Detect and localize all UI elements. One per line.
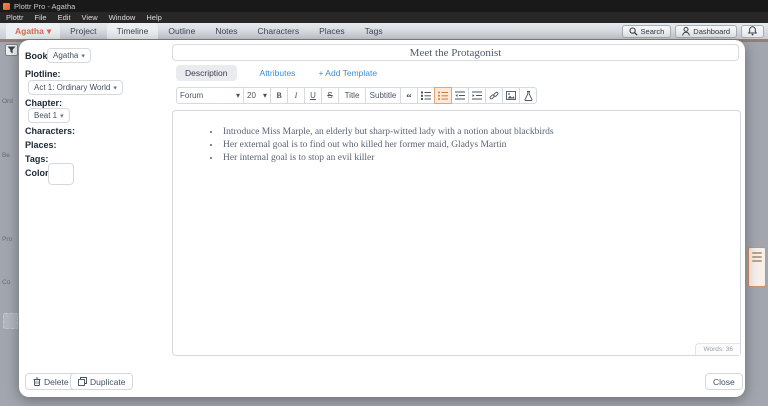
tab-notes[interactable]: Notes — [205, 23, 247, 39]
duplicate-button[interactable]: Duplicate — [70, 373, 133, 390]
tab-description[interactable]: Description — [176, 65, 237, 81]
flask-icon — [524, 91, 533, 101]
link-icon — [489, 91, 499, 101]
link-button[interactable] — [485, 87, 503, 104]
plottr-app-icon — [3, 3, 10, 10]
trash-icon — [33, 377, 41, 386]
strikethrough-button[interactable]: S — [321, 87, 339, 104]
chapter-label: Chapter: — [25, 98, 62, 108]
tags-label: Tags: — [25, 154, 48, 164]
menu-edit[interactable]: Edit — [58, 13, 71, 22]
title-bar: Plottr Pro - Agatha — [0, 0, 768, 12]
places-label: Places: — [25, 140, 57, 150]
bullet-item: Her internal goal is to stop an evil kil… — [221, 152, 740, 165]
book-select[interactable]: Agatha ▾ — [47, 48, 91, 63]
scene-card-dialog: Book: Agatha ▾ Plotline: Act 1: Ordinary… — [19, 40, 745, 397]
delete-button[interactable]: Delete — [25, 373, 77, 390]
chevron-down-icon: ▾ — [47, 26, 51, 37]
rich-text-toolbar: Forum ▾ 20 ▾ B I U S Title Subtitle “ — [176, 87, 537, 104]
menu-bar: Plottr File Edit View Window Help — [0, 12, 768, 23]
italic-button[interactable]: I — [287, 87, 305, 104]
app-window: Plottr Pro - Agatha Plottr File Edit Vie… — [0, 0, 768, 406]
flask-button[interactable] — [519, 87, 537, 104]
tab-project[interactable]: Project — [60, 23, 106, 39]
background-add-card-slot — [3, 313, 18, 329]
backdrop-text-fragment: Pro — [2, 236, 19, 243]
bold-button[interactable]: B — [270, 87, 288, 104]
search-button[interactable]: Search — [622, 25, 672, 38]
bulleted-list-button[interactable] — [434, 87, 452, 104]
user-icon — [682, 27, 690, 36]
tab-timeline[interactable]: Timeline — [107, 23, 159, 39]
tab-bar-actions: Search Dashboard — [622, 23, 764, 39]
menu-file[interactable]: File — [35, 13, 47, 22]
image-icon — [506, 91, 516, 100]
blockquote-button[interactable]: “ — [400, 87, 418, 104]
chevron-down-icon: ▾ — [113, 84, 117, 92]
chevron-down-icon: ▾ — [81, 52, 85, 60]
menu-help[interactable]: Help — [146, 13, 161, 22]
indent-button[interactable] — [468, 87, 486, 104]
color-swatch-picker[interactable] — [48, 163, 74, 185]
characters-label: Characters: — [25, 126, 75, 136]
font-family-select[interactable]: Forum ▾ — [176, 87, 244, 104]
numbered-list-button[interactable] — [417, 87, 435, 104]
search-icon — [629, 27, 638, 36]
bullet-item: Introduce Miss Marple, an elderly but sh… — [221, 126, 740, 139]
notifications-button[interactable] — [741, 25, 764, 38]
title-style-button[interactable]: Title — [338, 87, 366, 104]
tab-characters[interactable]: Characters — [248, 23, 310, 39]
filter-button[interactable] — [5, 44, 18, 56]
menu-window[interactable]: Window — [109, 13, 136, 22]
bullet-list: Introduce Miss Marple, an elderly but sh… — [221, 126, 740, 165]
backdrop-text-fragment: Be — [2, 152, 19, 159]
plotline-select[interactable]: Act 1: Ordinary World ▾ — [28, 80, 123, 95]
tab-tags[interactable]: Tags — [355, 23, 393, 39]
dashboard-button[interactable]: Dashboard — [675, 25, 737, 38]
bulleted-list-icon — [438, 91, 448, 100]
tab-outline[interactable]: Outline — [158, 23, 205, 39]
tab-attributes[interactable]: Attributes — [251, 65, 305, 81]
backdrop-text-fragment: Ord — [2, 98, 19, 105]
chevron-down-icon: ▾ — [236, 91, 240, 100]
bullet-item: Her external goal is to find out who kil… — [221, 139, 740, 152]
menu-plottr[interactable]: Plottr — [6, 13, 24, 22]
indent-icon — [472, 91, 482, 100]
bell-icon — [748, 26, 757, 36]
plotline-label: Plotline: — [25, 69, 61, 79]
backdrop-text-fragment: Co — [2, 279, 19, 286]
chevron-down-icon: ▾ — [60, 112, 64, 120]
window-title: Plottr Pro - Agatha — [14, 2, 75, 11]
outdent-button[interactable] — [451, 87, 469, 104]
dialog-tabs: Description Attributes + Add Template — [176, 64, 377, 82]
background-scene-card — [748, 247, 766, 287]
menu-view[interactable]: View — [82, 13, 98, 22]
underline-button[interactable]: U — [304, 87, 322, 104]
chevron-down-icon: ▾ — [263, 91, 267, 100]
numbered-list-icon — [421, 91, 431, 100]
tab-bar: Agatha ▾ Project Timeline Outline Notes … — [0, 23, 768, 40]
font-size-select[interactable]: 20 ▾ — [243, 87, 271, 104]
word-count-badge: Words: 36 — [695, 343, 740, 355]
subtitle-style-button[interactable]: Subtitle — [365, 87, 401, 104]
duplicate-icon — [78, 377, 87, 386]
chapter-select[interactable]: Beat 1 ▾ — [28, 108, 70, 123]
close-button[interactable]: Close — [705, 373, 743, 390]
filter-funnel-icon — [7, 46, 16, 54]
description-editor[interactable]: Introduce Miss Marple, an elderly but sh… — [172, 110, 741, 356]
file-tab-agatha[interactable]: Agatha ▾ — [6, 23, 60, 39]
outdent-icon — [455, 91, 465, 100]
card-title-input[interactable] — [172, 44, 739, 61]
tab-places[interactable]: Places — [309, 23, 355, 39]
image-button[interactable] — [502, 87, 520, 104]
add-template-link[interactable]: + Add Template — [318, 68, 377, 78]
